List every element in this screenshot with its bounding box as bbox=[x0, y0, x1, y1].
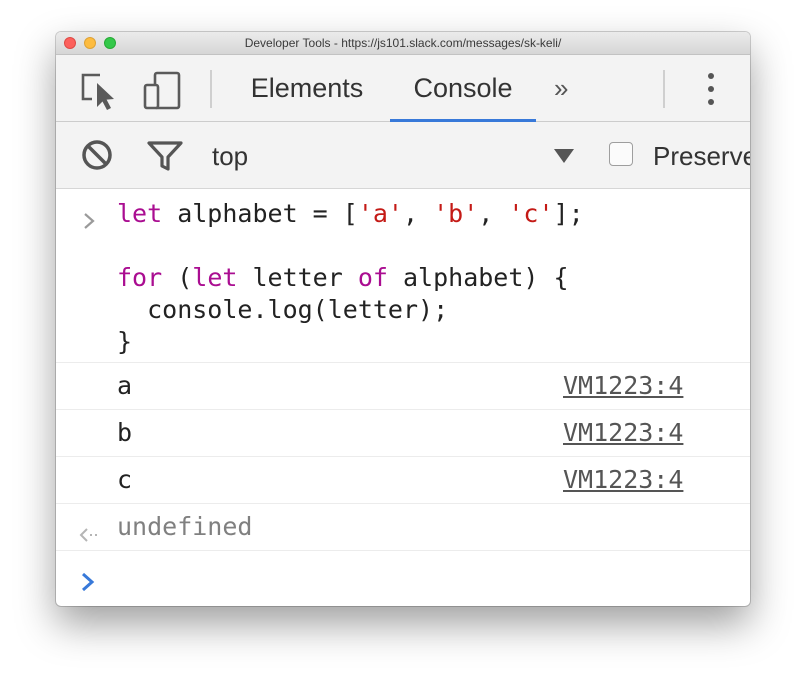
result-value: undefined bbox=[117, 512, 253, 541]
code-text: ( bbox=[162, 263, 193, 292]
code-keyword: of bbox=[357, 263, 388, 292]
preserve-log-checkbox[interactable] bbox=[609, 142, 633, 166]
prompt-chevron-icon bbox=[80, 569, 96, 598]
filter-icon[interactable] bbox=[146, 139, 184, 178]
window-title: Developer Tools - https://js101.slack.co… bbox=[244, 36, 562, 50]
log-message: c bbox=[117, 465, 133, 494]
log-source-link[interactable]: VM1223:4 bbox=[563, 417, 683, 449]
title-bar: Developer Tools - https://js101.slack.co… bbox=[56, 32, 750, 55]
log-message: b bbox=[117, 418, 133, 447]
code-text: console.log(letter); bbox=[117, 295, 449, 324]
input-chevron-icon bbox=[82, 207, 96, 236]
tab-console-label: Console bbox=[413, 73, 513, 103]
code-block: let alphabet = ['a', 'b', 'c']; for (let… bbox=[117, 198, 584, 358]
code-string: 'c' bbox=[508, 199, 554, 228]
log-source-link[interactable]: VM1223:4 bbox=[563, 370, 683, 402]
devtools-tabbar: Elements Console » bbox=[56, 55, 750, 122]
console-panel: let alphabet = ['a', 'b', 'c']; for (let… bbox=[56, 189, 750, 606]
tab-elements[interactable]: Elements bbox=[232, 55, 382, 121]
code-text: } bbox=[117, 327, 133, 356]
console-toolbar: top Preserve log bbox=[56, 122, 750, 189]
context-selector[interactable]: top bbox=[212, 141, 248, 172]
result-arrow-icon bbox=[78, 520, 100, 549]
preserve-log-label[interactable]: Preserve log bbox=[653, 141, 750, 172]
more-tabs-icon[interactable]: » bbox=[554, 75, 568, 101]
kebab-menu-icon[interactable] bbox=[706, 73, 716, 105]
inspect-element-icon[interactable] bbox=[78, 70, 118, 115]
console-input-entry: let alphabet = ['a', 'b', 'c']; for (let… bbox=[56, 189, 750, 363]
devtools-window: Developer Tools - https://js101.slack.co… bbox=[56, 32, 750, 606]
toolbar-separator-right bbox=[663, 70, 665, 108]
log-message: a bbox=[117, 371, 133, 400]
code-text: alphabet = [ bbox=[162, 199, 358, 228]
code-keyword: for bbox=[117, 263, 163, 292]
code-keyword: let bbox=[192, 263, 238, 292]
console-log-row: a VM1223:4 bbox=[56, 363, 750, 410]
console-prompt-row[interactable] bbox=[56, 551, 750, 606]
code-text: alphabet) { bbox=[387, 263, 569, 292]
console-log-row: b VM1223:4 bbox=[56, 410, 750, 457]
toolbar-separator bbox=[210, 70, 212, 108]
code-text: letter bbox=[237, 263, 358, 292]
clear-console-icon[interactable] bbox=[80, 138, 114, 177]
dropdown-arrow-icon[interactable] bbox=[554, 149, 574, 163]
device-toolbar-icon[interactable] bbox=[142, 70, 184, 115]
code-keyword: let bbox=[117, 199, 163, 228]
code-text: ]; bbox=[553, 199, 584, 228]
code-string: 'b' bbox=[433, 199, 479, 228]
console-result-row: undefined bbox=[56, 504, 750, 551]
code-text: , bbox=[402, 199, 434, 228]
console-log-row: c VM1223:4 bbox=[56, 457, 750, 504]
tab-console[interactable]: Console bbox=[390, 55, 536, 122]
log-source-link[interactable]: VM1223:4 bbox=[563, 464, 683, 496]
code-string: 'a' bbox=[357, 199, 403, 228]
code-text: , bbox=[478, 199, 509, 228]
